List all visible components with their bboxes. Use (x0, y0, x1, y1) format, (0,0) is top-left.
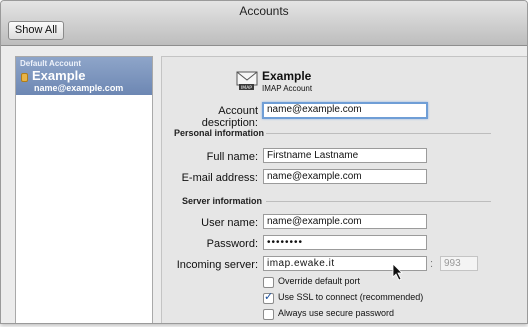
use-ssl-label: Use SSL to connect (recommended) (278, 292, 424, 302)
secure-password-label: Always use secure password (278, 308, 395, 318)
email-address-field[interactable]: name@example.com (263, 169, 427, 184)
override-port-checkbox[interactable] (263, 277, 274, 288)
username-field[interactable]: name@example.com (263, 214, 427, 229)
sidebar-account-example[interactable]: Default Account Example name@example.com (16, 57, 152, 95)
mouse-pointer-icon (392, 263, 403, 281)
account-status-icon (21, 73, 28, 82)
personal-info-heading: Personal information (174, 128, 265, 138)
override-port-label: Override default port (278, 276, 361, 286)
server-info-heading: Server information (182, 196, 263, 206)
port-separator: : (430, 258, 434, 270)
window-title: Accounts (239, 4, 289, 18)
account-details-panel: IMAP Example IMAP Account Account descri… (161, 56, 527, 323)
header-account-name: Example (262, 69, 312, 83)
port-field[interactable]: 993 (440, 256, 478, 271)
header-account-type: IMAP Account (262, 84, 313, 93)
accounts-sidebar: Default Account Example name@example.com (15, 56, 153, 323)
server-info-divider (266, 201, 491, 202)
title-bar: Accounts Show All (1, 1, 527, 46)
checkmark-icon: ✓ (264, 291, 274, 303)
sidebar-account-email: name@example.com (34, 83, 124, 93)
use-ssl-checkbox[interactable]: ✓ (263, 291, 274, 304)
full-name-label: Full name: (206, 151, 258, 163)
default-account-label: Default Account (20, 59, 82, 68)
full-name-field[interactable]: Firstname Lastname (263, 148, 427, 163)
incoming-server-label: Incoming server: (176, 259, 258, 271)
show-all-button[interactable]: Show All (8, 21, 64, 40)
username-label: User name: (201, 217, 258, 229)
accounts-window: Accounts Show All Default Account Exampl… (0, 0, 528, 324)
account-description-label: Account description: (201, 105, 258, 129)
sidebar-account-name: Example (32, 68, 86, 83)
email-address-label: E-mail address: (181, 172, 258, 184)
secure-password-checkbox[interactable] (263, 309, 274, 320)
password-field[interactable]: •••••••• (263, 235, 427, 250)
mail-envelope-icon: IMAP (236, 71, 258, 91)
svg-text:IMAP: IMAP (241, 85, 252, 91)
account-description-field[interactable]: name@example.com (262, 102, 428, 119)
password-label: Password: (206, 238, 258, 250)
personal-info-divider (266, 133, 491, 134)
